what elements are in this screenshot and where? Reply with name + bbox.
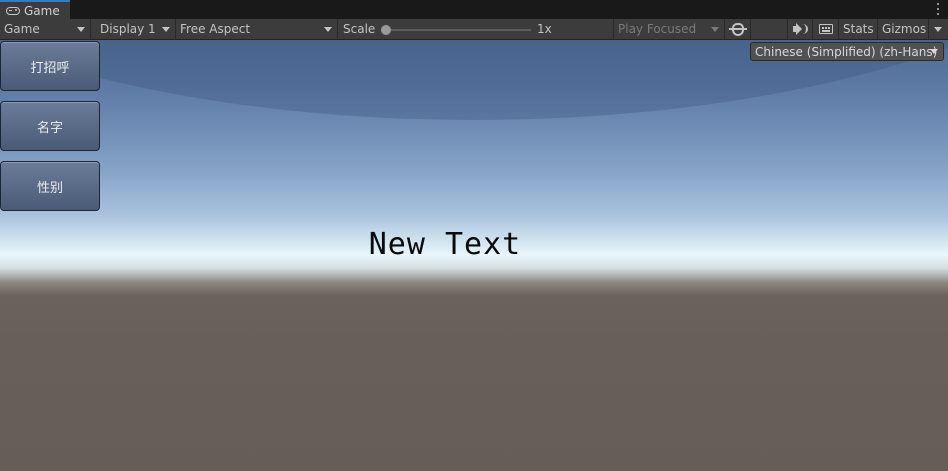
bug-icon bbox=[728, 22, 747, 36]
chevron-down-icon bbox=[711, 27, 719, 32]
greet-button-label: 打招呼 bbox=[30, 60, 70, 76]
gizmos-toggle[interactable]: Gizmos bbox=[878, 19, 929, 39]
speaker-icon bbox=[792, 26, 798, 32]
game-toolbar: Game Display 1 Free Aspect Scale 1x Play… bbox=[0, 19, 948, 40]
more-options-icon[interactable] bbox=[936, 3, 940, 15]
language-dropdown-value: Chinese (Simplified) (zh-Hans) bbox=[755, 44, 938, 59]
display-dropdown[interactable]: Display 1 bbox=[91, 19, 176, 39]
center-text: New Text bbox=[368, 227, 522, 262]
sound-waves-icon bbox=[802, 24, 808, 34]
chevron-down-icon bbox=[930, 49, 938, 54]
tab-strip: Game bbox=[0, 0, 948, 19]
language-dropdown[interactable]: Chinese (Simplified) (zh-Hans) bbox=[750, 42, 944, 61]
play-mode-label: Play Focused bbox=[618, 22, 697, 36]
tab-title: Game bbox=[24, 3, 60, 18]
chevron-down-icon bbox=[324, 27, 332, 32]
keyboard-icon bbox=[818, 24, 833, 34]
display-label: Display 1 bbox=[100, 22, 156, 36]
stats-label: Stats bbox=[843, 22, 874, 36]
stats-button[interactable]: Stats bbox=[839, 19, 878, 39]
aspect-label: Free Aspect bbox=[180, 22, 251, 36]
keyboard-shortcuts-button[interactable] bbox=[813, 19, 839, 39]
aspect-dropdown[interactable]: Free Aspect bbox=[176, 19, 338, 39]
name-button[interactable]: 名字 bbox=[0, 101, 100, 151]
greet-button[interactable]: 打招呼 bbox=[0, 41, 100, 91]
gizmos-label: Gizmos bbox=[882, 22, 927, 36]
game-viewport: 打招呼 名字 性别 Chinese (Simplified) (zh-Hans)… bbox=[0, 40, 948, 471]
chevron-down-icon bbox=[934, 27, 942, 32]
gender-button-label: 性别 bbox=[36, 180, 63, 196]
toolbar-spacer bbox=[751, 19, 788, 39]
frame-debugger-button[interactable] bbox=[725, 19, 751, 39]
view-mode-dropdown[interactable]: Game bbox=[0, 19, 91, 39]
gender-button[interactable]: 性别 bbox=[0, 161, 100, 211]
scale-slider-track[interactable] bbox=[386, 29, 531, 31]
scale-label: Scale bbox=[343, 22, 376, 36]
gizmos-dropdown[interactable] bbox=[929, 19, 948, 39]
play-mode-dropdown[interactable]: Play Focused bbox=[614, 19, 725, 39]
view-mode-label: Game bbox=[4, 22, 40, 36]
tab-game[interactable]: Game bbox=[0, 0, 70, 19]
mute-audio-button[interactable] bbox=[788, 19, 813, 39]
chevron-down-icon bbox=[77, 27, 85, 32]
gamepad-icon bbox=[6, 6, 20, 15]
chevron-down-icon bbox=[162, 27, 170, 32]
scale-value: 1x bbox=[537, 22, 552, 36]
name-button-label: 名字 bbox=[36, 120, 63, 136]
scale-slider-handle[interactable] bbox=[381, 25, 391, 35]
